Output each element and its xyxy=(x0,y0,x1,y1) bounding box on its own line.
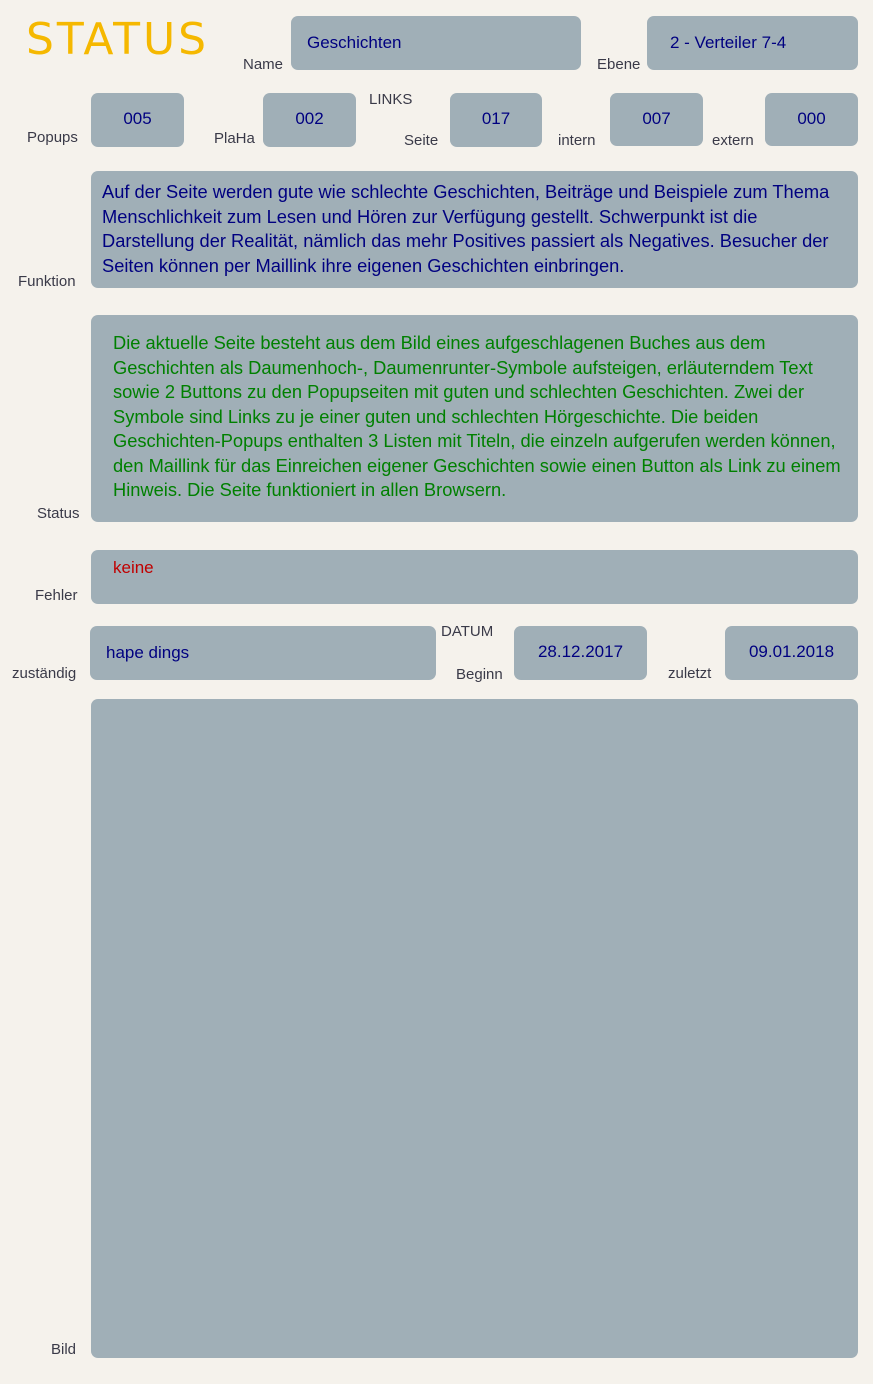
extern-label: extern xyxy=(712,132,754,149)
plaha-field[interactable]: 002 xyxy=(263,93,356,147)
name-field[interactable]: Geschichten xyxy=(291,16,581,70)
page-title: STATUS xyxy=(26,14,210,65)
zustaendig-field[interactable]: hape dings xyxy=(90,626,436,680)
ebene-label: Ebene xyxy=(597,56,641,73)
ebene-field[interactable]: 2 - Verteiler 7-4 xyxy=(647,16,858,70)
plaha-label: PlaHa xyxy=(214,130,255,147)
bild-label: Bild xyxy=(51,1341,77,1358)
name-value: Geschichten xyxy=(307,33,402,52)
zuletzt-field[interactable]: 09.01.2018 xyxy=(725,626,858,680)
datum-heading: DATUM xyxy=(441,623,494,640)
status-text: Die aktuelle Seite besteht aus dem Bild … xyxy=(113,332,841,500)
popups-label: Popups xyxy=(27,129,78,146)
intern-label: intern xyxy=(558,132,596,149)
beginn-label: Beginn xyxy=(456,666,503,683)
intern-field[interactable]: 007 xyxy=(610,93,703,146)
status-label: Status xyxy=(37,505,80,522)
funktion-field[interactable]: Auf der Seite werden gute wie schlechte … xyxy=(91,171,858,288)
bild-area xyxy=(91,699,858,1358)
seite-label: Seite xyxy=(404,132,439,149)
status-field[interactable]: Die aktuelle Seite besteht aus dem Bild … xyxy=(91,315,858,522)
beginn-field[interactable]: 28.12.2017 xyxy=(514,626,647,680)
funktion-text: Auf der Seite werden gute wie schlechte … xyxy=(102,181,830,276)
fehler-label: Fehler xyxy=(35,587,78,604)
fehler-text: keine xyxy=(113,558,154,577)
fehler-field[interactable]: keine xyxy=(91,550,858,604)
funktion-label: Funktion xyxy=(18,273,76,290)
name-label: Name xyxy=(243,56,284,73)
zustaendig-value: hape dings xyxy=(106,643,190,662)
ebene-value: 2 - Verteiler 7-4 xyxy=(670,33,787,52)
zuletzt-label: zuletzt xyxy=(668,665,712,682)
links-heading: LINKS xyxy=(369,91,413,108)
seite-field[interactable]: 017 xyxy=(450,93,542,147)
extern-field[interactable]: 000 xyxy=(765,93,858,146)
zustaendig-label: zuständig xyxy=(12,665,77,682)
popups-field[interactable]: 005 xyxy=(91,93,184,147)
